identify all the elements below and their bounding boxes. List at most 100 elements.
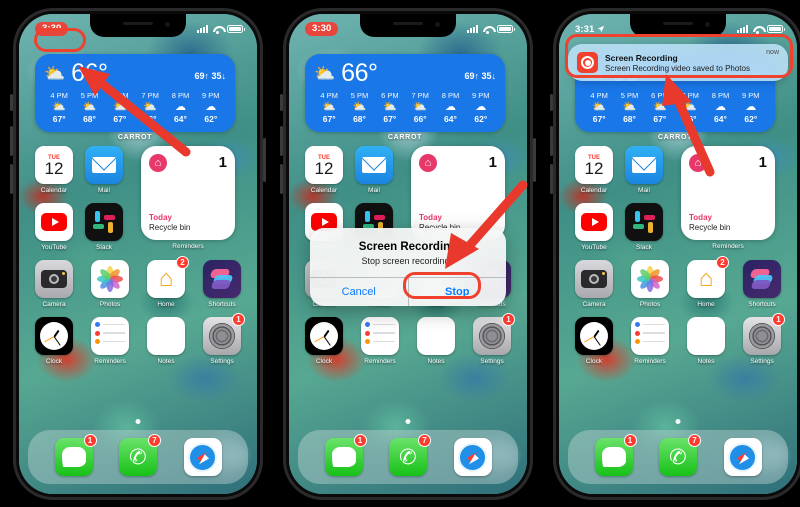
app-shortcuts[interactable]: Shortcuts xyxy=(201,260,243,308)
app-clock[interactable]: Clock xyxy=(33,317,75,365)
app-row-3: Camera Photos ⌂ 2 Home xyxy=(33,256,243,308)
status-time: 3:31 xyxy=(575,24,605,35)
volume-down-button[interactable] xyxy=(550,164,553,194)
app-label: Clock xyxy=(585,358,603,365)
notch xyxy=(90,14,186,37)
safari-icon[interactable] xyxy=(723,438,762,476)
app-reminders[interactable]: Reminders xyxy=(359,317,401,365)
photos-icon[interactable] xyxy=(91,260,129,298)
reminders-widget[interactable]: ⌂ 1 Today Recycle bin xyxy=(141,146,235,240)
app-row-4: Clock Reminders Notes 1 Settings xyxy=(573,313,785,365)
dock-phone[interactable]: ✆ 7 xyxy=(659,434,701,476)
mute-switch[interactable] xyxy=(280,94,283,111)
app-youtube[interactable]: YouTube xyxy=(573,203,615,251)
notes-icon[interactable] xyxy=(417,317,455,355)
page-indicator-dot[interactable] xyxy=(405,419,411,424)
partly-cloudy-icon: ⛅ xyxy=(352,101,367,113)
app-clock[interactable]: Clock xyxy=(573,317,615,365)
app-notes[interactable]: Notes xyxy=(145,317,187,365)
app-settings[interactable]: 1 Settings xyxy=(471,313,515,365)
page-indicator-dot[interactable] xyxy=(135,419,141,424)
app-reminders[interactable]: Reminders xyxy=(629,317,671,365)
weather-current: ⛅ 66° 69↑ 35↓ xyxy=(314,61,496,86)
app-notes[interactable]: Notes xyxy=(415,317,457,365)
youtube-icon[interactable] xyxy=(575,203,613,241)
notes-icon[interactable] xyxy=(687,317,725,355)
volume-up-button[interactable] xyxy=(550,126,553,156)
dock-messages[interactable]: 1 xyxy=(594,434,637,476)
dock-messages[interactable]: 1 xyxy=(54,434,97,476)
app-notes[interactable]: Notes xyxy=(685,317,727,365)
power-button[interactable] xyxy=(263,138,266,182)
app-shortcuts[interactable]: Shortcuts xyxy=(741,260,783,308)
app-photos[interactable]: Photos xyxy=(89,260,131,308)
dock-safari[interactable] xyxy=(723,438,762,476)
status-indicators xyxy=(737,25,785,34)
dock-messages[interactable]: 1 xyxy=(324,434,367,476)
app-photos[interactable]: Photos xyxy=(629,260,671,308)
hour-temp: 68° xyxy=(623,114,636,125)
app-youtube[interactable]: YouTube xyxy=(33,203,75,251)
dock-safari[interactable] xyxy=(453,438,492,476)
calendar-icon[interactable]: TUE 12 xyxy=(305,146,343,184)
weather-widget[interactable]: ⛅ 66° 69↑ 35↓ 4 PM ⛅ 67° 5 PM ⛅ xyxy=(305,54,505,132)
shortcuts-icon[interactable] xyxy=(743,260,781,298)
reminders-icon[interactable] xyxy=(361,317,399,355)
mute-switch[interactable] xyxy=(10,94,13,111)
reminders-icon[interactable] xyxy=(91,317,129,355)
hour-temp: 67° xyxy=(322,114,336,125)
app-camera[interactable]: Camera xyxy=(573,260,615,308)
app-label: Shortcuts xyxy=(208,301,236,308)
slack-icon[interactable] xyxy=(625,203,663,241)
app-mail[interactable]: Mail xyxy=(353,146,395,194)
slack-icon[interactable] xyxy=(85,203,123,241)
cancel-button[interactable]: Cancel xyxy=(310,278,408,306)
photos-icon[interactable] xyxy=(631,260,669,298)
phone-1: 3:30 ⛅ 66° 69↑ 35↓ xyxy=(10,8,266,500)
app-home[interactable]: ⌂ 2 Home xyxy=(685,256,729,308)
app-settings[interactable]: 1 Settings xyxy=(741,313,785,365)
app-calendar[interactable]: TUE 12 Calendar xyxy=(303,146,345,194)
mail-icon[interactable] xyxy=(355,146,393,184)
dock-safari[interactable] xyxy=(183,438,222,476)
camera-icon[interactable] xyxy=(575,260,613,298)
app-slack[interactable]: Slack xyxy=(83,203,125,251)
notes-icon[interactable] xyxy=(147,317,185,355)
weather-hour-cell: 5 PM ⛅ 68° xyxy=(344,91,374,124)
reminders-icon[interactable] xyxy=(631,317,669,355)
volume-down-button[interactable] xyxy=(280,164,283,194)
shortcuts-icon[interactable] xyxy=(203,260,241,298)
clock-icon[interactable] xyxy=(305,317,343,355)
dock-phone[interactable]: ✆ 7 xyxy=(119,434,161,476)
calendar-icon[interactable]: TUE 12 xyxy=(575,146,613,184)
app-reminders[interactable]: Reminders xyxy=(89,317,131,365)
app-label: Settings xyxy=(750,358,774,365)
hour-label: 5 PM xyxy=(350,91,369,100)
dock-phone[interactable]: ✆ 7 xyxy=(389,434,431,476)
hour-temp: 67° xyxy=(383,114,397,125)
app-clock[interactable]: Clock xyxy=(303,317,345,365)
app-camera[interactable]: Camera xyxy=(33,260,75,308)
app-home[interactable]: ⌂ 2 Home xyxy=(145,256,189,308)
safari-icon[interactable] xyxy=(183,438,222,476)
safari-icon[interactable] xyxy=(453,438,492,476)
clock-icon[interactable] xyxy=(575,317,613,355)
app-badge: 7 xyxy=(148,434,161,447)
app-label: Mail xyxy=(638,187,650,194)
app-calendar[interactable]: TUE 12 Calendar xyxy=(573,146,615,194)
cloudy-night-icon: ☁ xyxy=(745,101,757,113)
power-button[interactable] xyxy=(533,138,536,182)
volume-up-button[interactable] xyxy=(10,126,13,156)
youtube-icon[interactable] xyxy=(35,203,73,241)
mute-switch[interactable] xyxy=(550,94,553,111)
clock-icon[interactable] xyxy=(35,317,73,355)
volume-up-button[interactable] xyxy=(280,126,283,156)
app-settings[interactable]: 1 Settings xyxy=(201,313,245,365)
dock: 1 ✆ 7 xyxy=(298,430,518,484)
app-label: Calendar xyxy=(40,187,68,194)
app-slack[interactable]: Slack xyxy=(623,203,665,251)
app-badge: 1 xyxy=(353,434,367,447)
volume-down-button[interactable] xyxy=(10,164,13,194)
page-indicator-dot[interactable] xyxy=(675,419,681,424)
camera-icon[interactable] xyxy=(35,260,73,298)
